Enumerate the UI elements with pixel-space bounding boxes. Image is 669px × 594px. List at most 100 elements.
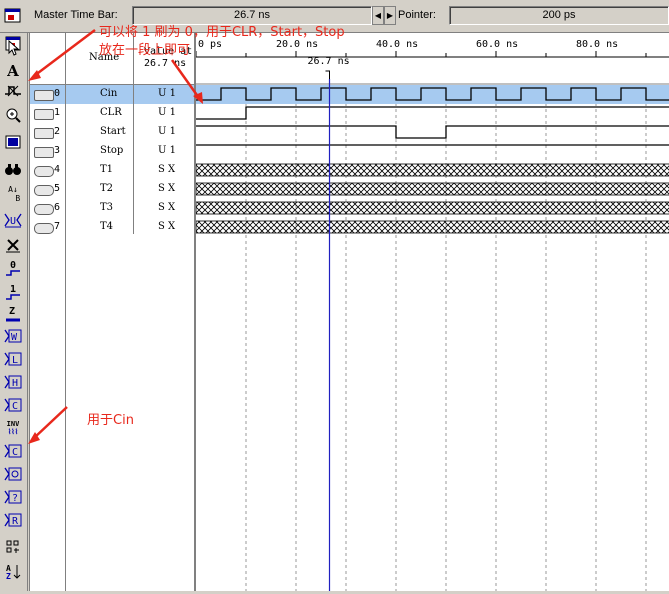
time-tick-label: 60.0 ns [476,39,518,50]
svg-text:R: R [12,516,19,527]
svg-text:C: C [12,447,18,458]
signal-value: S X [158,202,176,213]
pointer-label: Pointer: [398,9,436,21]
invert-value-icon[interactable]: C [3,397,23,415]
waveform-clr [196,106,669,120]
unknown-value-icon[interactable] [3,237,23,255]
random-icon[interactable] [3,466,23,484]
signal-index: 7 [54,221,61,232]
value-time: 26.7 ns [144,58,187,69]
annotation-cin-note: 用于Cin [87,413,134,428]
svg-text:L: L [12,355,18,366]
signal-row-t3[interactable]: 6 T3 S X [30,199,195,218]
signal-value: U 1 [158,107,176,118]
cursor-time-label: 26.7 ns [308,56,350,67]
signal-value: U 1 [158,145,176,156]
count-value-icon[interactable]: INV ⌇⌇⌇ [3,420,23,438]
high-impedance-icon[interactable]: Z [3,305,23,323]
signal-index: 4 [54,164,61,175]
waveform-t1 [195,163,669,177]
annotation-top-line1: 可以将 1 刷为 0，用于CLR，Start，Stop [99,25,345,40]
output-pin-icon [34,185,54,196]
svg-text:?: ? [12,493,18,504]
annotation-top-line2: 放在一段上即可 [99,43,191,58]
svg-text:Z: Z [9,306,15,317]
svg-text:1: 1 [10,284,16,295]
signal-name[interactable]: CLR [100,107,122,118]
time-increment-button[interactable]: ▶ [384,6,396,25]
master-time-bar-label: Master Time Bar: [34,9,118,21]
weak-unknown-icon[interactable]: W [3,328,23,346]
input-pin-icon [34,128,54,139]
fit-window-icon[interactable] [3,135,23,153]
sort-icon[interactable]: AZ [3,563,23,581]
window-icon[interactable] [3,7,23,25]
weak-high-icon[interactable]: H [3,374,23,392]
replace-icon[interactable]: A↓ B [3,185,23,203]
signal-index: 5 [54,183,61,194]
time-tick-label: 0 ps [198,39,222,50]
time-tick-label: 20.0 ns [276,39,318,50]
signal-rows: 0 Cin U 1 1 CLR U 1 2 Start U 1 3 Stop U 1 4 T1 S X 5 T2… [30,85,195,591]
svg-text:C: C [12,401,18,412]
signal-name[interactable]: T2 [100,183,113,194]
pointer-icon[interactable] [3,39,23,58]
time-decrement-button[interactable]: ◀ [372,6,384,25]
svg-text:0: 0 [10,260,16,271]
time-tick-label: 80.0 ns [576,39,618,50]
signal-row-start[interactable]: 2 Start U 1 [30,123,195,142]
waveform-t4 [195,220,669,234]
force-low-icon[interactable]: 0 [3,259,23,277]
signal-index: 1 [54,107,61,118]
input-pin-icon [34,109,54,120]
svg-text:W: W [11,332,18,343]
weak-low-icon[interactable]: L [3,351,23,369]
signal-name[interactable]: Cin [100,88,117,99]
zoom-icon[interactable] [3,107,23,125]
svg-text:Z: Z [6,572,11,581]
signal-value: U 1 [158,126,176,137]
input-pin-icon [34,147,54,158]
time-tick-label: 40.0 ns [376,39,418,50]
signal-index: 2 [54,126,61,137]
signal-list-panel: Name Value at 26.7 ns 0 Cin U 1 1 CLR U 1 2 Sta… [29,33,195,591]
clock-icon[interactable]: C [3,443,23,461]
waveform-canvas[interactable]: 0 ps 20.0 ns 40.0 ns 60.0 ns 80.0 ns 26.7 ns [195,33,669,591]
input-pin-icon [34,90,54,101]
output-pin-icon [34,223,54,234]
grid-snap-icon[interactable] [3,539,23,557]
signal-index: 6 [54,202,61,213]
waveform-t2 [195,182,669,196]
output-pin-icon [34,166,54,177]
waveform-edit-icon[interactable] [3,84,23,102]
force-high-icon[interactable]: 1 [3,283,23,301]
signal-row-t1[interactable]: 4 T1 S X [30,161,195,180]
signal-value: U 1 [158,88,176,99]
overwrite-value-icon[interactable]: R [3,512,23,530]
signal-name[interactable]: Stop [100,145,123,156]
waveform-toolbar: A A↓ B U 0 1 Z W L H C INV ⌇⌇⌇ C ? R A Z [0,33,28,591]
text-tool-icon[interactable]: A [3,62,23,80]
signal-row-clr[interactable]: 1 CLR U 1 [30,104,195,123]
signal-index: 0 [54,88,61,99]
invert-icon[interactable]: U [3,212,23,230]
arbitrary-value-icon[interactable]: ? [3,489,23,507]
signal-value: S X [158,164,176,175]
signal-row-stop[interactable]: 3 Stop U 1 [30,142,195,161]
pointer-value: 200 ps [449,6,669,25]
signal-name[interactable]: T1 [100,164,113,175]
svg-text:U: U [10,216,16,227]
signal-value: S X [158,183,176,194]
waveform-start [196,125,669,139]
waveform-panel[interactable]: 0 ps 20.0 ns 40.0 ns 60.0 ns 80.0 ns 26.7 ns [194,33,669,591]
signal-row-cin[interactable]: 0 Cin U 1 [30,85,195,104]
signal-row-t2[interactable]: 5 T2 S X [30,180,195,199]
signal-name[interactable]: T4 [100,221,113,232]
signal-value: S X [158,221,176,232]
signal-name[interactable]: Start [100,126,126,137]
signal-row-t4[interactable]: 7 T4 S X [30,218,195,237]
signal-name[interactable]: T3 [100,202,113,213]
svg-text:H: H [12,378,18,389]
find-icon[interactable] [3,162,23,180]
signal-index: 3 [54,145,61,156]
